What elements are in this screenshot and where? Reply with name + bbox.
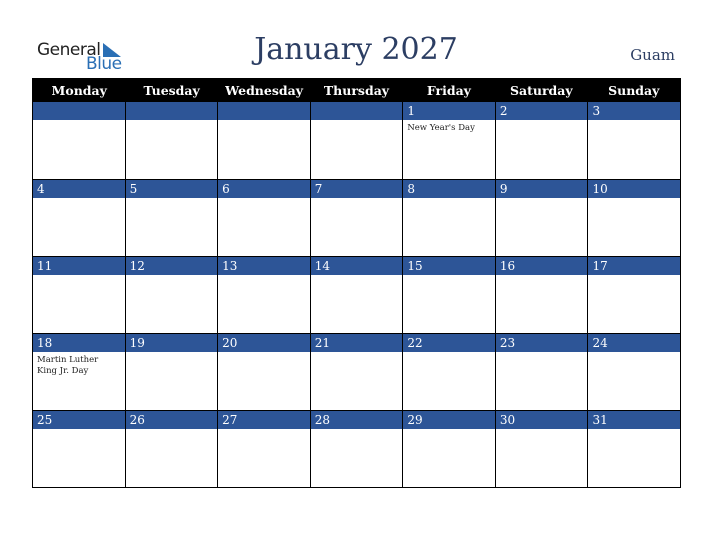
- day-cell[interactable]: 2: [494, 102, 588, 179]
- day-cell[interactable]: 12: [124, 257, 218, 333]
- day-cell[interactable]: 23: [494, 334, 588, 410]
- day-number: 23: [495, 334, 588, 352]
- day-number: 27: [218, 411, 310, 429]
- day-cell[interactable]: 20: [217, 334, 310, 410]
- day-cell[interactable]: 19: [124, 334, 218, 410]
- weekday-monday: Monday: [51, 83, 107, 98]
- day-cell[interactable]: 21: [309, 334, 403, 410]
- day-cell[interactable]: [309, 102, 403, 179]
- day-number: 20: [218, 334, 310, 352]
- weekday-sunday: Sunday: [608, 83, 660, 98]
- weekday-friday: Friday: [426, 83, 471, 98]
- day-number: 22: [403, 334, 495, 352]
- day-number: 3: [588, 102, 681, 120]
- day-number: 7: [310, 180, 403, 198]
- day-cell[interactable]: [33, 102, 125, 179]
- day-cell[interactable]: 13: [217, 257, 310, 333]
- day-number: 8: [403, 180, 495, 198]
- day-cell[interactable]: 6: [217, 180, 310, 256]
- day-number: 17: [588, 257, 681, 275]
- day-cell[interactable]: 22: [402, 334, 495, 410]
- weekday-tuesday: Tuesday: [143, 83, 200, 98]
- day-cell[interactable]: 5: [124, 180, 218, 256]
- day-cell[interactable]: 9: [494, 180, 588, 256]
- day-cell[interactable]: 16: [494, 257, 588, 333]
- weekday-wednesday: Wednesday: [225, 83, 303, 98]
- holiday-label: New Year's Day: [407, 123, 475, 133]
- day-number: [218, 102, 310, 120]
- calendar-grid: Monday Tuesday Wednesday Thursday Friday Satu…: [32, 78, 681, 488]
- day-cell[interactable]: 25: [33, 411, 125, 487]
- day-cell[interactable]: 30: [494, 411, 588, 487]
- region-label: Guam: [630, 46, 675, 64]
- day-cell[interactable]: 15: [402, 257, 495, 333]
- day-cell[interactable]: 31: [587, 411, 681, 487]
- day-number: 9: [495, 180, 588, 198]
- week-row: 4 5 6 7 8 9 10: [33, 179, 681, 256]
- day-number: 12: [125, 257, 218, 275]
- day-number: 18: [33, 334, 125, 352]
- day-number: 25: [33, 411, 125, 429]
- week-row: 1 New Year's Day 2 3: [33, 102, 681, 179]
- day-cell[interactable]: 28: [309, 411, 403, 487]
- day-cell[interactable]: 10: [587, 180, 681, 256]
- weekday-saturday: Saturday: [509, 83, 573, 98]
- day-number: 6: [218, 180, 310, 198]
- day-cell[interactable]: 7: [309, 180, 403, 256]
- day-cell[interactable]: 26: [124, 411, 218, 487]
- day-number: 24: [588, 334, 681, 352]
- day-number: 1: [403, 102, 495, 120]
- day-number: 15: [403, 257, 495, 275]
- day-number: 30: [495, 411, 588, 429]
- day-cell[interactable]: 1 New Year's Day: [402, 102, 495, 179]
- day-number: [310, 102, 403, 120]
- day-cell[interactable]: [124, 102, 218, 179]
- week-row: 11 12 13 14 15 16 17: [33, 256, 681, 333]
- day-number: 11: [33, 257, 125, 275]
- week-row: 18 Martin Luther King Jr. Day 19 20 21 22 23 24: [33, 333, 681, 410]
- day-cell[interactable]: 11: [33, 257, 125, 333]
- day-cell[interactable]: 4: [33, 180, 125, 256]
- day-cell[interactable]: [217, 102, 310, 179]
- day-number: [33, 102, 125, 120]
- day-cell[interactable]: 29: [402, 411, 495, 487]
- day-cell[interactable]: 14: [309, 257, 403, 333]
- day-cell[interactable]: 24: [587, 334, 681, 410]
- week-row: 25 26 27 28 29 30 31: [33, 410, 681, 487]
- day-number: 16: [495, 257, 588, 275]
- day-number: 31: [588, 411, 681, 429]
- weekday-thursday: Thursday: [323, 83, 390, 98]
- day-cell[interactable]: 17: [587, 257, 681, 333]
- day-number: 10: [588, 180, 681, 198]
- day-number: 14: [310, 257, 403, 275]
- day-number: 21: [310, 334, 403, 352]
- day-number: 13: [218, 257, 310, 275]
- day-cell[interactable]: 18 Martin Luther King Jr. Day: [33, 334, 125, 410]
- day-number: 26: [125, 411, 218, 429]
- day-cell[interactable]: 3: [587, 102, 681, 179]
- weekday-header: Monday Tuesday Wednesday Thursday Friday Satu…: [33, 79, 680, 102]
- day-cell[interactable]: 27: [217, 411, 310, 487]
- page-title: January 2027: [254, 32, 458, 67]
- day-number: [125, 102, 218, 120]
- day-cell[interactable]: 8: [402, 180, 495, 256]
- holiday-label: Martin Luther King Jr. Day: [37, 355, 99, 376]
- day-number: 19: [125, 334, 218, 352]
- day-number: 28: [310, 411, 403, 429]
- day-number: 2: [495, 102, 588, 120]
- day-number: 29: [403, 411, 495, 429]
- day-number: 4: [33, 180, 125, 198]
- day-number: 5: [125, 180, 218, 198]
